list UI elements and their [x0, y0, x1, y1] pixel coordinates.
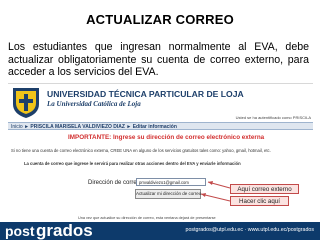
arrow-head-email: [208, 181, 213, 185]
footer-contact: postgrados@utpl.edu.ec · www.utpl.edu.ec…: [185, 227, 314, 233]
slide-intro-text: Los estudiantes que ingresan normalmente…: [8, 41, 309, 79]
callout-click: Hacer clic aquí: [230, 196, 289, 206]
arrow-head-button: [201, 193, 206, 197]
logo-text-grados: grados: [36, 221, 93, 240]
logo-text-post: post: [5, 223, 35, 239]
callout-email: Aquí correo externo: [230, 184, 299, 194]
slide-title: ACTUALIZAR CORREO: [86, 12, 234, 27]
eva-screenshot: UNIVERSIDAD TÉCNICA PARTICULAR DE LOJA L…: [8, 83, 313, 223]
posgrados-logo: post grados: [3, 221, 123, 240]
